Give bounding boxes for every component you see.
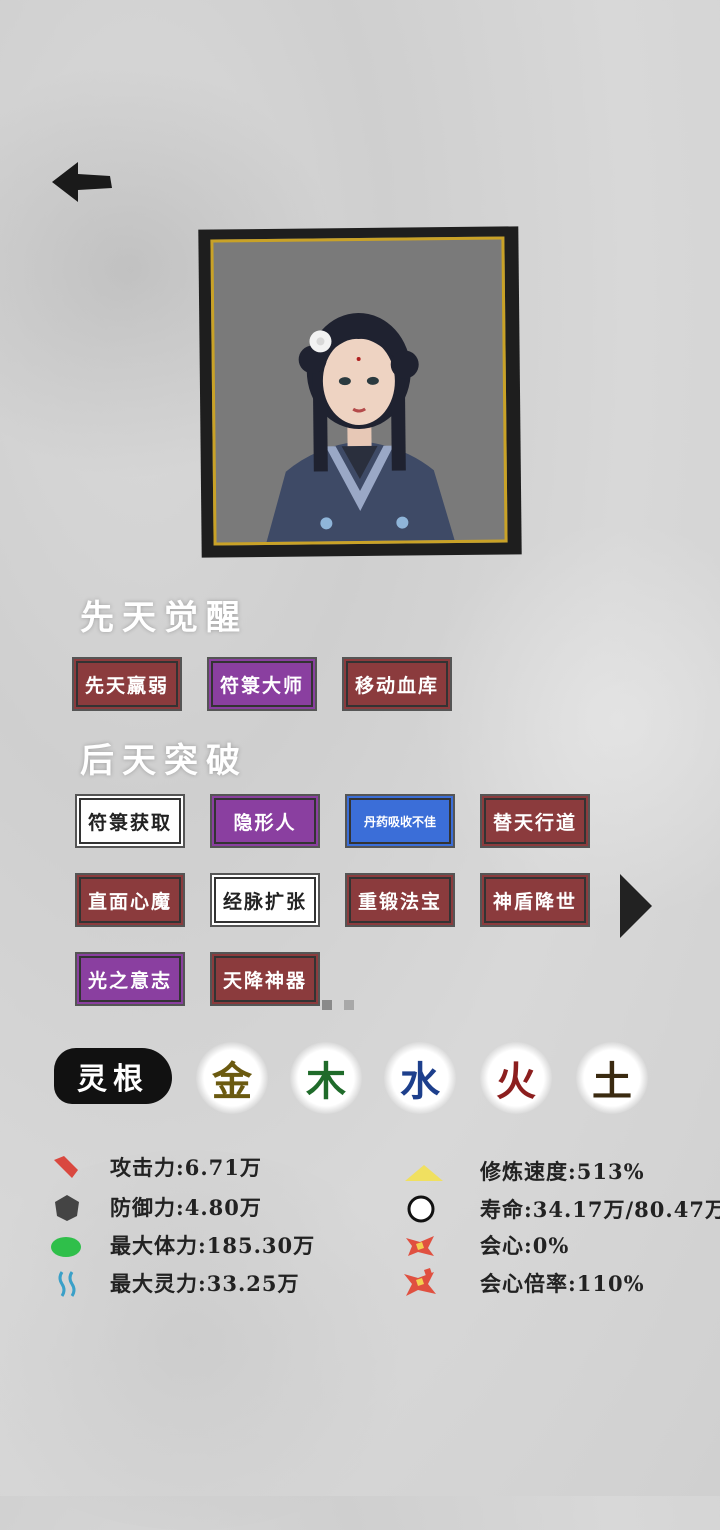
triangle-icon [405, 1165, 443, 1181]
acquired-tag[interactable]: 天降神器 [210, 952, 320, 1006]
acquired-tag[interactable]: 神盾降世 [480, 873, 590, 927]
heart-blob-icon [51, 1237, 81, 1257]
stat-cultivation-speed: 修炼速度:513% [480, 1159, 645, 1184]
acquired-tag[interactable]: 替天行道 [480, 794, 590, 848]
page-indicator-dot [344, 1000, 354, 1010]
acquired-tag[interactable]: 重锻法宝 [345, 873, 455, 927]
stat-defense: 防御力:4.80万 [110, 1195, 262, 1220]
page-indicator-dot-active [322, 1000, 332, 1010]
stat-crit-multiplier: 会心倍率:110% [480, 1271, 645, 1296]
element-water: 水 [384, 1042, 456, 1114]
spirit-root-label: 灵根 [54, 1048, 172, 1104]
acquired-title: 后天突破 [80, 741, 248, 781]
element-metal-char: 金 [212, 1058, 252, 1105]
innate-tag[interactable]: 移动血库 [342, 657, 452, 711]
element-earth-char: 土 [592, 1058, 632, 1105]
element-wood: 木 [290, 1042, 362, 1114]
element-earth: 土 [576, 1042, 648, 1114]
element-metal: 金 [196, 1042, 268, 1114]
acquired-tag[interactable]: 经脉扩张 [210, 873, 320, 927]
stat-crit: 会心:0% [480, 1233, 570, 1258]
character-portrait [210, 236, 508, 546]
acquired-tag[interactable]: 直面心魔 [75, 873, 185, 927]
element-wood-char: 木 [306, 1058, 346, 1105]
wave-icon [58, 1271, 76, 1297]
innate-tag[interactable]: 先天羸弱 [72, 657, 182, 711]
element-fire-char: 火 [496, 1058, 536, 1105]
acquired-tag[interactable]: 符箓获取 [75, 794, 185, 848]
back-button[interactable] [52, 160, 114, 204]
acquired-tag[interactable]: 丹药吸收不佳 [345, 794, 455, 848]
stat-max-mp: 最大灵力:33.25万 [110, 1271, 300, 1296]
innate-tag[interactable]: 符箓大师 [207, 657, 317, 711]
element-water-char: 水 [400, 1058, 440, 1105]
portrait-frame [198, 226, 522, 558]
stat-max-hp: 最大体力:185.30万 [110, 1233, 316, 1258]
blade-icon [54, 1156, 78, 1178]
circle-icon [407, 1195, 435, 1223]
hexagon-icon [55, 1195, 79, 1221]
element-fire: 火 [480, 1042, 552, 1114]
stat-attack: 攻击力:6.71万 [110, 1155, 262, 1180]
right-triangle-icon[interactable] [620, 874, 652, 938]
innate-title: 先天觉醒 [80, 598, 248, 638]
stat-lifespan: 寿命:34.17万/80.47万 [480, 1197, 720, 1222]
acquired-tag[interactable]: 光之意志 [75, 952, 185, 1006]
crit-burst-icon [406, 1236, 434, 1256]
left-arrow-icon [52, 162, 112, 202]
crit-burst-double-icon [404, 1268, 436, 1296]
acquired-tag[interactable]: 隐形人 [210, 794, 320, 848]
